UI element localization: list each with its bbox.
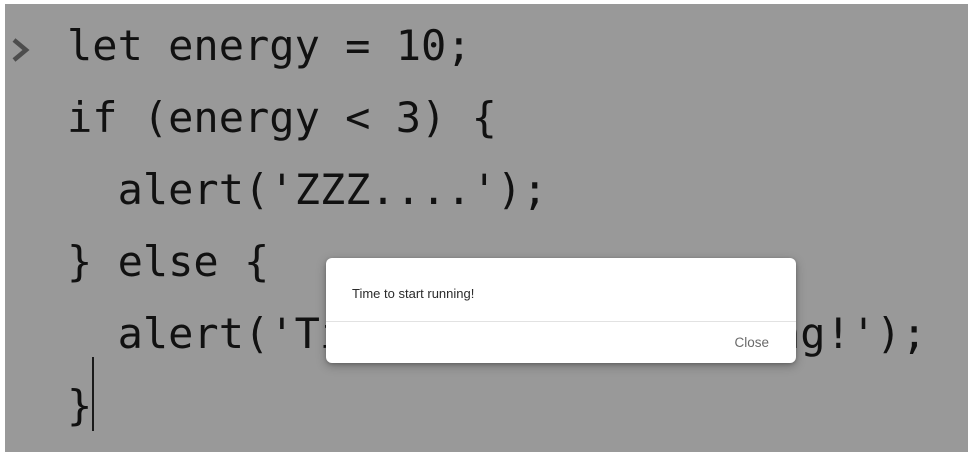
alert-message: Time to start running! bbox=[352, 286, 475, 301]
code-editor[interactable]: let energy = 10; if (energy < 3) { alert(… bbox=[5, 4, 968, 452]
close-button[interactable]: Close bbox=[734, 335, 769, 350]
code-line: let energy = 10; bbox=[67, 21, 472, 70]
console-window: let energy = 10; if (energy < 3) { alert(… bbox=[5, 4, 968, 452]
code-line: } bbox=[67, 381, 93, 430]
code-block: let energy = 10; if (energy < 3) { alert(… bbox=[67, 10, 927, 442]
text-caret bbox=[92, 357, 94, 431]
code-line: if (energy < 3) { bbox=[67, 93, 497, 142]
alert-dialog: Time to start running! Close bbox=[326, 258, 796, 363]
dialog-divider bbox=[326, 321, 796, 322]
chevron-right-icon bbox=[9, 38, 33, 62]
code-line: alert('ZZZ....'); bbox=[67, 165, 548, 214]
